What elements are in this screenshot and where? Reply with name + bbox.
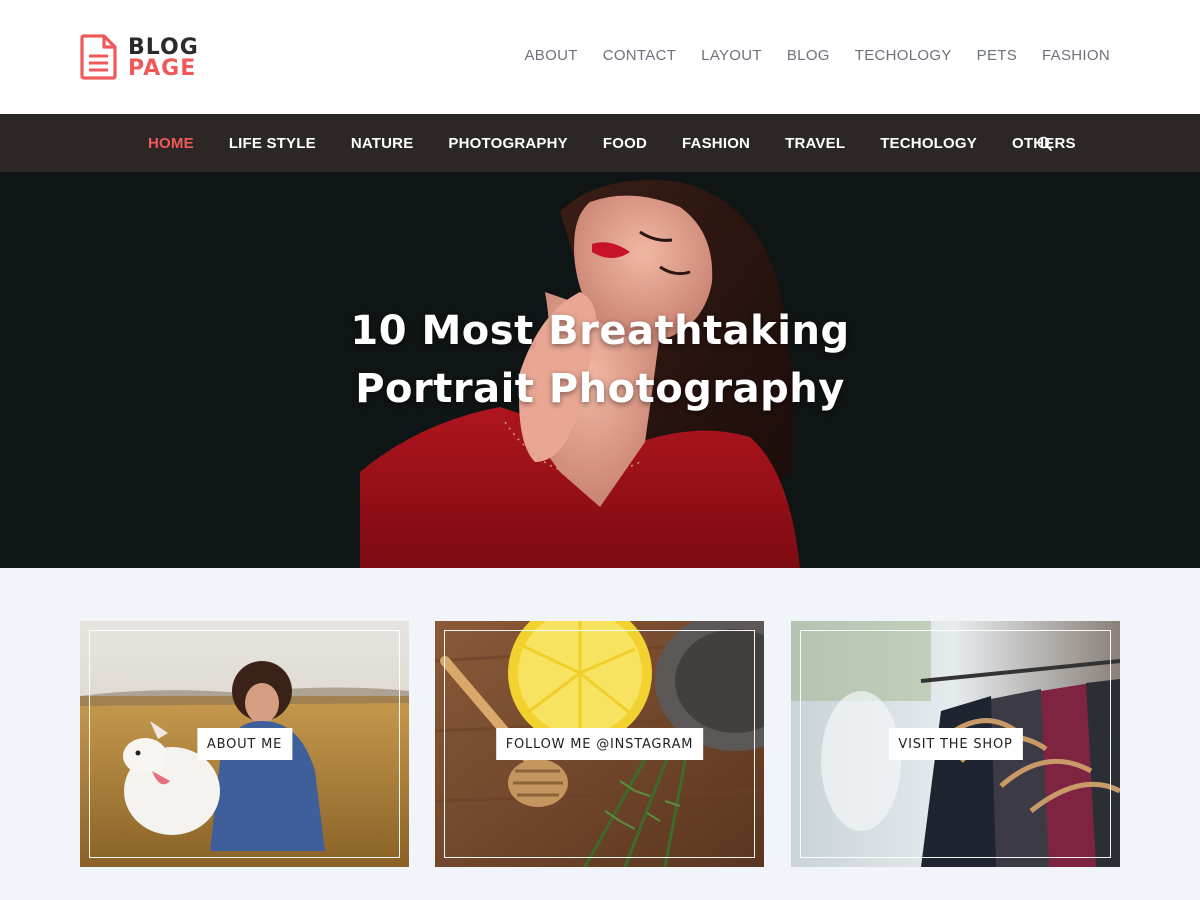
top-nav-contact[interactable]: CONTACT: [603, 47, 676, 64]
main-nav-life-style[interactable]: LIFE STYLE: [229, 135, 316, 152]
main-nav-food[interactable]: FOOD: [603, 135, 647, 152]
main-nav-techology[interactable]: TECHOLOGY: [880, 135, 977, 152]
site-logo[interactable]: BLOG PAGE: [80, 34, 210, 82]
top-nav-layout[interactable]: LAYOUT: [701, 47, 762, 64]
shop-card[interactable]: VISIT THE SHOP: [791, 621, 1120, 867]
top-nav-fashion[interactable]: FASHION: [1042, 47, 1110, 64]
about-me-label[interactable]: ABOUT ME: [196, 728, 293, 760]
hero-title-line1: 10 Most Breathtaking: [350, 308, 850, 354]
instagram-card[interactable]: FOLLOW ME @INSTAGRAM: [435, 621, 764, 867]
logo-text: BLOG PAGE: [128, 35, 199, 81]
logo-word-blog: BLOG: [128, 35, 199, 60]
logo-word-page: PAGE: [128, 56, 197, 81]
top-nav-pets[interactable]: PETS: [977, 47, 1017, 64]
main-nav: HOME LIFE STYLE NATURE PHOTOGRAPHY FOOD …: [0, 114, 1200, 172]
document-icon: [80, 34, 117, 80]
promo-cards: ABOUT ME FOLLOW ME @INSTAGRAM VISIT THE …: [80, 621, 1120, 867]
top-nav-blog[interactable]: BLOG: [787, 47, 830, 64]
main-nav-home[interactable]: HOME: [148, 135, 194, 152]
about-me-card[interactable]: ABOUT ME: [80, 621, 409, 867]
hero-title[interactable]: 10 Most Breathtaking Portrait Photograph…: [300, 302, 900, 418]
search-icon[interactable]: [1036, 135, 1054, 153]
main-nav-fashion[interactable]: FASHION: [682, 135, 750, 152]
hero-banner[interactable]: 10 Most Breathtaking Portrait Photograph…: [0, 172, 1200, 568]
instagram-label[interactable]: FOLLOW ME @INSTAGRAM: [495, 728, 704, 760]
main-nav-travel[interactable]: TRAVEL: [785, 135, 845, 152]
shop-label[interactable]: VISIT THE SHOP: [888, 728, 1023, 760]
top-nav-about[interactable]: ABOUT: [525, 47, 578, 64]
main-nav-nature[interactable]: NATURE: [351, 135, 414, 152]
main-nav-photography[interactable]: PHOTOGRAPHY: [448, 135, 567, 152]
top-header: BLOG PAGE ABOUT CONTACT LAYOUT BLOG TECH…: [0, 0, 1200, 114]
top-nav-techology[interactable]: TECHOLOGY: [855, 47, 952, 64]
hero-title-line2: Portrait Photography: [355, 366, 845, 412]
top-nav: ABOUT CONTACT LAYOUT BLOG TECHOLOGY PETS…: [525, 47, 1111, 64]
main-nav-list: HOME LIFE STYLE NATURE PHOTOGRAPHY FOOD …: [148, 114, 1076, 172]
